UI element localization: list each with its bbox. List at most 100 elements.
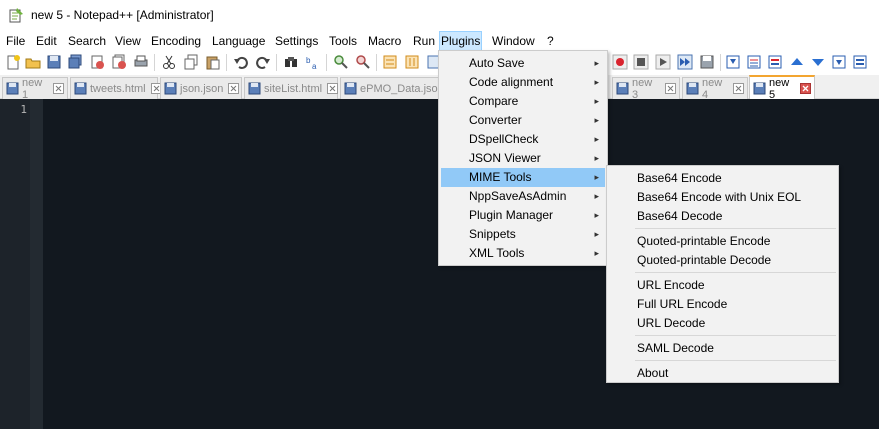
menu-search[interactable]: Search bbox=[67, 31, 107, 51]
menu-plugins[interactable]: Plugins bbox=[439, 31, 483, 51]
move-down-icon[interactable] bbox=[810, 54, 826, 70]
menu-item-url-encode[interactable]: URL Encode bbox=[609, 276, 836, 295]
menu-item-url-decode[interactable]: URL Decode bbox=[609, 314, 836, 333]
tab-epmo-data-json[interactable]: ePMO_Data.json bbox=[340, 77, 444, 99]
panel-icon[interactable] bbox=[831, 54, 847, 70]
menu-item-json-viewer[interactable]: JSON Viewer ▸ bbox=[441, 149, 605, 168]
stop-macro-icon[interactable] bbox=[633, 54, 649, 70]
toolbar-separator bbox=[720, 54, 721, 71]
new-file-icon[interactable] bbox=[5, 54, 21, 70]
submenu-arrow-icon: ▸ bbox=[594, 248, 599, 258]
tab-sitelist-html[interactable]: siteList.html bbox=[244, 77, 339, 99]
document-map-icon[interactable] bbox=[746, 54, 762, 70]
menu-item-nppsaveasadmin[interactable]: NppSaveAsAdmin ▸ bbox=[441, 187, 605, 206]
menu-tools[interactable]: Tools bbox=[328, 31, 358, 51]
tab-new-1[interactable]: new 1 bbox=[2, 77, 68, 101]
menu-item-label: JSON Viewer bbox=[469, 151, 541, 165]
svg-text:a: a bbox=[312, 62, 317, 70]
menu-item-code-alignment[interactable]: Code alignment ▸ bbox=[441, 73, 605, 92]
close-file-icon[interactable] bbox=[89, 54, 105, 70]
menu-item-label: URL Encode bbox=[637, 278, 705, 292]
file-icon bbox=[74, 82, 87, 95]
menu-help[interactable]: ? bbox=[546, 31, 555, 51]
close-tab-icon[interactable] bbox=[228, 83, 240, 94]
move-up-icon[interactable] bbox=[789, 54, 805, 70]
tab-label: new 4 bbox=[702, 76, 723, 101]
file-icon bbox=[753, 82, 766, 95]
tab-tweets-html[interactable]: tweets.html bbox=[70, 77, 162, 99]
redo-icon[interactable] bbox=[255, 54, 271, 70]
menu-macro[interactable]: Macro bbox=[367, 31, 402, 51]
copy-icon[interactable] bbox=[183, 54, 199, 70]
folder-as-workspace-icon[interactable] bbox=[767, 54, 783, 70]
menu-item-compare[interactable]: Compare ▸ bbox=[441, 92, 605, 111]
menu-item-base64-encode[interactable]: Base64 Encode bbox=[609, 169, 836, 188]
menu-item-quoted-printable-encode[interactable]: Quoted-printable Encode bbox=[609, 232, 836, 251]
menu-item-label: Compare bbox=[469, 94, 519, 108]
sync-vertical-icon[interactable] bbox=[382, 54, 398, 70]
submenu-arrow-icon: ▸ bbox=[594, 210, 599, 220]
play-macro-icon[interactable] bbox=[655, 54, 671, 70]
menu-separator bbox=[635, 360, 836, 361]
close-tab-icon[interactable] bbox=[327, 83, 339, 94]
open-file-icon[interactable] bbox=[25, 54, 41, 70]
menu-item-about[interactable]: About bbox=[609, 364, 836, 383]
menu-item-auto-save[interactable]: Auto Save ▸ bbox=[441, 54, 605, 73]
tab-label: json.json bbox=[180, 82, 224, 95]
paste-icon[interactable] bbox=[205, 54, 221, 70]
menu-item-dspellcheck[interactable]: DSpellCheck ▸ bbox=[441, 130, 605, 149]
zoom-out-icon[interactable] bbox=[355, 54, 371, 70]
undo-icon[interactable] bbox=[233, 54, 249, 70]
menu-item-plugin-manager[interactable]: Plugin Manager ▸ bbox=[441, 206, 605, 225]
print-icon[interactable] bbox=[133, 54, 149, 70]
replace-icon[interactable]: ba bbox=[305, 54, 321, 70]
close-tab-icon[interactable] bbox=[665, 83, 676, 94]
save-icon[interactable] bbox=[46, 54, 62, 70]
toolbar-separator bbox=[226, 54, 227, 71]
file-icon bbox=[686, 82, 699, 95]
tab-new-4[interactable]: new 4 bbox=[682, 76, 748, 101]
tab-new-5[interactable]: new 5 bbox=[749, 75, 815, 101]
submenu-arrow-icon: ▸ bbox=[594, 191, 599, 201]
menu-separator bbox=[635, 335, 836, 336]
submenu-arrow-icon: ▸ bbox=[594, 134, 599, 144]
menu-item-label: DSpellCheck bbox=[469, 132, 539, 146]
save-all-icon[interactable] bbox=[67, 54, 83, 70]
menu-encoding[interactable]: Encoding bbox=[150, 31, 202, 51]
menu-file[interactable]: File bbox=[5, 31, 26, 51]
save-macro-icon[interactable] bbox=[699, 54, 715, 70]
menu-item-full-url-encode[interactable]: Full URL Encode bbox=[609, 295, 836, 314]
function-list-icon[interactable] bbox=[725, 54, 741, 70]
menu-settings[interactable]: Settings bbox=[274, 31, 319, 51]
menu-item-converter[interactable]: Converter ▸ bbox=[441, 111, 605, 130]
file-icon bbox=[248, 82, 261, 95]
menu-item-base64-encode-unix-eol[interactable]: Base64 Encode with Unix EOL bbox=[609, 188, 836, 207]
menu-item-mime-tools[interactable]: MIME Tools ▸ bbox=[441, 168, 605, 187]
sync-horizontal-icon[interactable] bbox=[404, 54, 420, 70]
find-icon[interactable] bbox=[283, 54, 299, 70]
tab-json-json[interactable]: json.json bbox=[160, 77, 242, 99]
menu-edit[interactable]: Edit bbox=[35, 31, 58, 51]
menu-item-label: Auto Save bbox=[469, 56, 525, 70]
tab-new-3[interactable]: new 3 bbox=[612, 77, 680, 101]
menu-item-label: Full URL Encode bbox=[637, 297, 728, 311]
toggle-panel-icon[interactable] bbox=[852, 54, 868, 70]
menu-run[interactable]: Run bbox=[412, 31, 436, 51]
menu-view[interactable]: View bbox=[114, 31, 142, 51]
run-macro-multiple-icon[interactable] bbox=[677, 54, 693, 70]
record-macro-icon[interactable] bbox=[612, 54, 628, 70]
menu-window[interactable]: Window bbox=[491, 31, 536, 51]
close-tab-icon[interactable] bbox=[53, 83, 64, 94]
cut-icon[interactable] bbox=[161, 54, 177, 70]
menu-language[interactable]: Language bbox=[211, 31, 266, 51]
menu-item-base64-decode[interactable]: Base64 Decode bbox=[609, 207, 836, 226]
close-tab-icon[interactable] bbox=[800, 83, 811, 94]
menu-item-snippets[interactable]: Snippets ▸ bbox=[441, 225, 605, 244]
menu-item-xml-tools[interactable]: XML Tools ▸ bbox=[441, 244, 605, 263]
menu-item-quoted-printable-decode[interactable]: Quoted-printable Decode bbox=[609, 251, 836, 270]
close-all-icon[interactable] bbox=[111, 54, 127, 70]
menu-item-saml-decode[interactable]: SAML Decode bbox=[609, 339, 836, 358]
zoom-in-icon[interactable] bbox=[333, 54, 349, 70]
close-tab-icon[interactable] bbox=[733, 83, 744, 94]
tab-label: siteList.html bbox=[264, 82, 323, 95]
